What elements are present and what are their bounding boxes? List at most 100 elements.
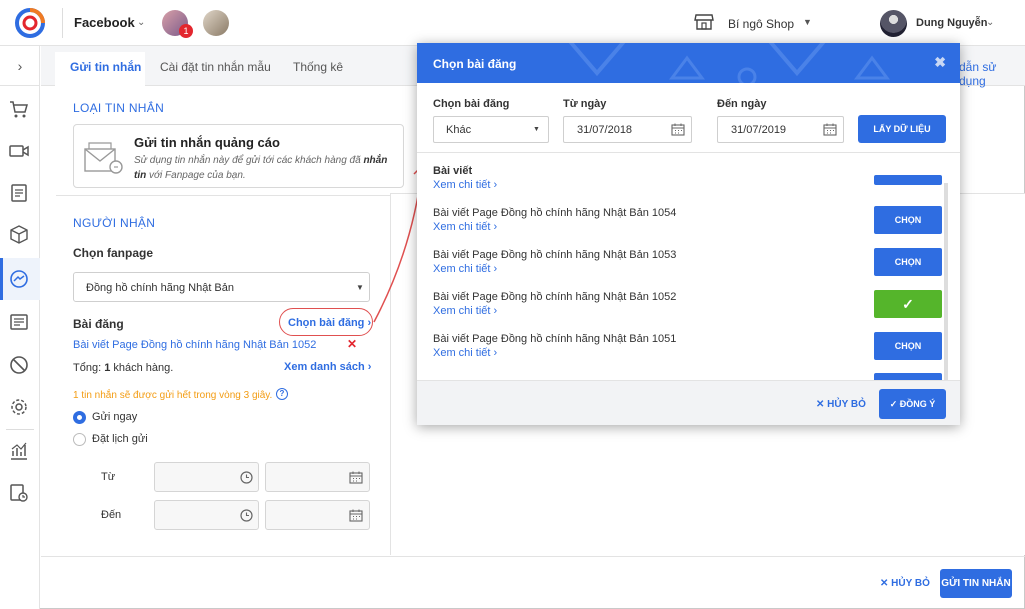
to-date-label: Đến ngày [717, 98, 767, 110]
messenger-icon[interactable] [8, 268, 30, 290]
post-list: Bài viết Xem chi tiết › Bài viết Page Đồ… [417, 152, 960, 380]
page-avatar-2[interactable] [203, 10, 229, 36]
modal-header: Chọn bài đăng ✖ [417, 43, 960, 83]
post-type-select[interactable]: Khác ▼ [433, 116, 549, 143]
selected-post-link[interactable]: Bài viết Page Đồng hồ chính hãng Nhật Bả… [73, 339, 316, 351]
confirm-button[interactable]: ✓ ĐỒNG Ý [879, 389, 946, 419]
recipient-title: NGƯỜI NHẬN [73, 216, 156, 230]
top-bar: Facebook ⌄ 1 Bí ngô Shop ▼ Dung Nguyễn ⌄ [0, 0, 1025, 46]
from-date-value: 31/07/2018 [577, 124, 633, 136]
list-scrollbar[interactable] [944, 183, 948, 380]
from-date-input[interactable]: 31/07/2018 [563, 116, 692, 143]
from-label: Từ [101, 471, 116, 483]
from-time-input[interactable] [154, 462, 259, 492]
block-icon[interactable] [8, 354, 30, 376]
calendar-icon [349, 471, 363, 484]
annotation-highlight [279, 308, 373, 336]
clock-icon [240, 471, 253, 484]
chevron-down-icon[interactable]: ⌄ [986, 17, 994, 28]
modal-footer: ✕ HỦY BỎ ✓ ĐỒNG Ý [417, 380, 960, 425]
notification-badge: 1 [179, 24, 193, 38]
tab-send-message[interactable]: Gửi tin nhắn [70, 60, 141, 74]
select-post-button[interactable]: CHỌN [874, 206, 942, 234]
post-title: Bài viết Page Đồng hồ chính hãng Nhật Bả… [433, 207, 677, 219]
user-avatar[interactable] [880, 10, 907, 37]
report-clock-icon[interactable] [8, 482, 30, 504]
ad-message-card[interactable]: Gửi tin nhắn quảng cáo Sử dụng tin nhắn … [73, 124, 404, 188]
fetch-data-button[interactable]: LẤY DỮ LIỆU [858, 115, 946, 143]
fanpage-select[interactable]: Đồng hồ chính hãng Nhật Bản ▼ [73, 272, 370, 302]
post-title: Bài viết Page Đồng hồ chính hãng Nhật Bả… [433, 291, 677, 303]
id-card-icon[interactable] [8, 311, 30, 333]
expand-icon[interactable]: › [0, 46, 40, 86]
to-date-input[interactable] [265, 500, 370, 530]
chart-icon[interactable] [8, 440, 30, 462]
caret-down-icon: ▼ [533, 126, 540, 133]
selected-post-check-button[interactable]: ✓ [874, 290, 942, 318]
close-icon[interactable]: ✖ [934, 54, 946, 71]
divider [6, 429, 34, 430]
shop-icon [694, 14, 714, 30]
select-post-button-partial[interactable] [874, 373, 942, 380]
view-detail-link[interactable]: Xem chi tiết › [433, 221, 497, 233]
to-date-input[interactable]: 31/07/2019 [717, 116, 844, 143]
list-header: Bài viết [433, 165, 473, 177]
post-title: Bài viết Page Đồng hồ chính hãng Nhật Bả… [433, 249, 677, 261]
send-notice: 1 tin nhắn sẽ được gửi hết trong vòng 3 … [73, 390, 273, 401]
divider [41, 556, 1025, 557]
box-icon[interactable] [8, 224, 30, 246]
card-title: Gửi tin nhắn quảng cáo [134, 135, 280, 150]
divider [62, 8, 63, 38]
message-type-title: LOẠI TIN NHẮN [73, 101, 165, 115]
chevron-down-icon[interactable]: ⌄ [137, 17, 145, 28]
view-detail-link[interactable]: Xem chi tiết › [433, 179, 497, 191]
chevron-right-icon: › [367, 361, 372, 373]
schedule-radio[interactable] [73, 433, 86, 446]
view-detail-link[interactable]: Xem chi tiết › [433, 263, 497, 275]
from-date-input[interactable] [265, 462, 370, 492]
modal-title: Chọn bài đăng [433, 57, 517, 71]
user-name[interactable]: Dung Nguyễn [916, 17, 988, 29]
gear-icon[interactable] [8, 396, 30, 418]
send-message-button[interactable]: GỬI TIN NHẮN [940, 569, 1012, 598]
total-customers: Tổng: 1 khách hàng. [73, 362, 174, 374]
help-icon[interactable]: ? [276, 388, 288, 400]
tab-statistics[interactable]: Thống kê [293, 60, 343, 74]
document-icon[interactable] [8, 182, 30, 204]
post-type-value: Khác [446, 124, 472, 136]
view-list-link[interactable]: Xem danh sách › [284, 361, 371, 373]
select-post-button-partial[interactable] [874, 175, 942, 185]
app-logo-icon[interactable] [14, 7, 46, 39]
from-date-label: Từ ngày [563, 98, 607, 110]
clock-icon [240, 509, 253, 522]
help-link[interactable]: dẫn sử dụng [959, 60, 1025, 88]
post-title: Bài viết Page Đồng hồ chính hãng Nhật Bả… [433, 333, 677, 345]
calendar-icon [349, 509, 363, 522]
to-time-input[interactable] [154, 500, 259, 530]
remove-post-icon[interactable]: ✕ [347, 337, 357, 351]
caret-down-icon[interactable]: ▼ [803, 17, 812, 27]
calendar-icon [671, 123, 685, 136]
modal-cancel-button[interactable]: ✕ HỦY BỎ [816, 399, 866, 410]
to-label: Đến [101, 509, 122, 521]
choose-post-modal: Chọn bài đăng ✖ Chọn bài đăng Khác ▼ Từ … [417, 43, 960, 425]
calendar-icon [823, 123, 837, 136]
post-type-label: Chọn bài đăng [433, 98, 510, 110]
select-post-button[interactable]: CHỌN [874, 332, 942, 360]
schedule-label: Đặt lịch gửi [92, 433, 148, 445]
video-icon[interactable] [8, 140, 30, 162]
platform-name[interactable]: Facebook [74, 15, 135, 30]
view-detail-link[interactable]: Xem chi tiết › [433, 347, 497, 359]
view-detail-link[interactable]: Xem chi tiết › [433, 305, 497, 317]
select-post-button[interactable]: CHỌN [874, 248, 942, 276]
fanpage-value: Đồng hồ chính hãng Nhật Bản [86, 282, 235, 294]
fanpage-label: Chọn fanpage [73, 246, 153, 260]
post-label: Bài đăng [73, 317, 124, 331]
send-now-radio[interactable] [73, 411, 86, 424]
to-date-value: 31/07/2019 [731, 124, 787, 136]
shop-name[interactable]: Bí ngô Shop [728, 17, 794, 31]
tab-message-templates[interactable]: Cài đặt tin nhắn mẫu [160, 60, 271, 74]
left-rail: › [0, 46, 40, 609]
cancel-button[interactable]: ✕ HỦY BỎ [880, 578, 930, 589]
cart-icon[interactable] [8, 98, 30, 120]
